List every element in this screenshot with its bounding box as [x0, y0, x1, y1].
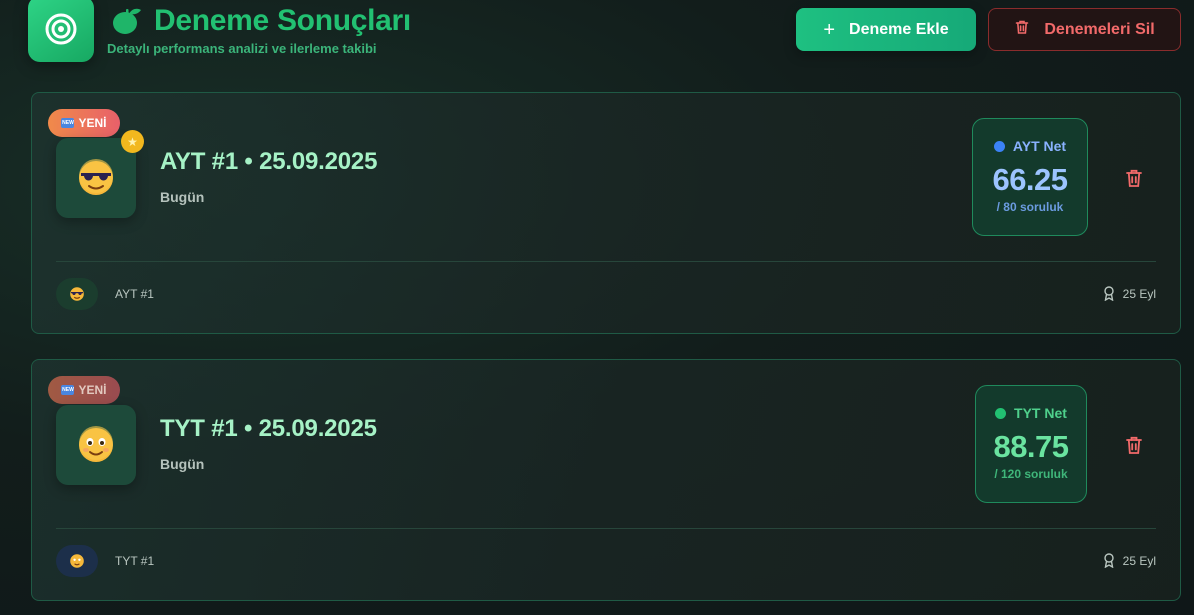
card-divider	[56, 261, 1156, 262]
exam-footer-date: 25 Eyl	[1103, 286, 1156, 301]
exam-footer-date: 25 Eyl	[1103, 553, 1156, 568]
exam-title: AYT #1 • 25.09.2025	[160, 148, 378, 175]
delete-exam-button[interactable]	[1122, 433, 1146, 457]
net-score-box: AYT Net 66.25 / 80 soruluk	[972, 118, 1088, 236]
new-badge: NEW YENİ	[48, 376, 120, 404]
award-icon	[1103, 553, 1114, 568]
net-question-count: / 120 soruluk	[994, 467, 1068, 481]
net-label-text: AYT Net	[1012, 138, 1067, 154]
exam-card-ayt[interactable]: NEW YENİ ★ AYT #1 • 25.09.2025 Bugün AYT…	[31, 92, 1181, 334]
dot-icon	[995, 407, 1007, 419]
target-logo-icon	[28, 0, 94, 62]
exam-title: TYT #1 • 25.09.2025	[160, 415, 377, 442]
exam-footer-label: TYT #1	[115, 554, 155, 568]
trash-icon	[1014, 19, 1030, 40]
star-icon: ★	[121, 130, 144, 153]
net-score-box: TYT Net 88.75 / 120 soruluk	[975, 385, 1087, 503]
exam-relative-date: Bugün	[160, 456, 205, 472]
net-label-text: TYT Net	[1014, 405, 1067, 421]
add-exam-button[interactable]: + Deneme Ekle	[796, 8, 976, 51]
page-title: Deneme Sonuçları	[154, 4, 411, 37]
smiling-face-icon	[56, 405, 136, 485]
net-label: TYT Net	[976, 405, 1086, 421]
footer-date-text: 25 Eyl	[1122, 286, 1156, 301]
net-value: 88.75	[993, 429, 1069, 464]
exam-footer-label: AYT #1	[115, 287, 154, 301]
exam-card-tyt[interactable]: NEW YENİ TYT #1 • 25.09.2025 Bugün TYT N…	[31, 359, 1181, 601]
apple-icon	[110, 6, 144, 36]
new-badge-label: YENİ	[78, 116, 107, 130]
net-label: AYT Net	[973, 138, 1087, 154]
new-badge-label: YENİ	[78, 383, 107, 397]
new-chip-icon: NEW	[61, 118, 75, 128]
page-subtitle: Detaylı performans analizi ve ilerleme t…	[107, 41, 377, 56]
page-header: Deneme Sonuçları Detaylı performans anal…	[0, 0, 1194, 70]
smiling-face-mini-icon	[56, 545, 98, 577]
new-badge: NEW YENİ	[48, 109, 120, 137]
card-divider	[56, 528, 1156, 529]
add-exam-label: Deneme Ekle	[849, 20, 949, 38]
delete-exam-button[interactable]	[1122, 166, 1146, 190]
delete-exams-button[interactable]: Denemeleri Sil	[988, 8, 1181, 51]
award-icon	[1103, 286, 1114, 301]
new-chip-icon: NEW	[61, 385, 75, 395]
dot-icon	[993, 140, 1005, 152]
net-question-count: / 80 soruluk	[996, 200, 1064, 214]
plus-icon: +	[823, 18, 836, 41]
trash-icon	[1126, 436, 1142, 454]
net-value: 66.25	[992, 162, 1068, 197]
trash-icon	[1126, 169, 1142, 187]
sunglasses-face-mini-icon	[56, 278, 98, 310]
delete-exams-label: Denemeleri Sil	[1044, 20, 1155, 38]
exam-relative-date: Bugün	[160, 189, 205, 205]
footer-date-text: 25 Eyl	[1122, 553, 1156, 568]
